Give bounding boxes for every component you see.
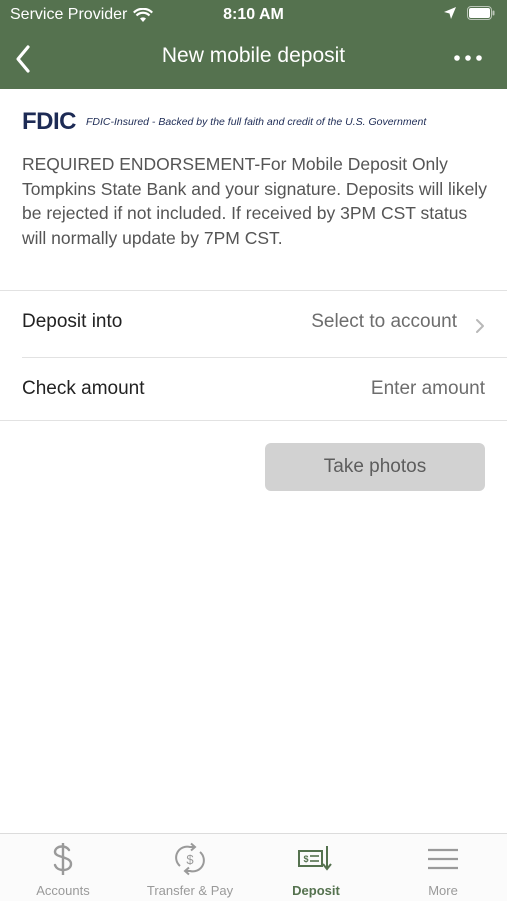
status-indicators	[443, 6, 495, 20]
take-photos-button[interactable]: Take photos	[265, 443, 485, 491]
tab-label: Deposit	[292, 883, 340, 898]
tab-label: Transfer & Pay	[146, 883, 234, 898]
app-header: Service Provider 8:10 AM New mobile depo…	[0, 0, 507, 89]
more-options-icon[interactable]	[451, 44, 485, 72]
endorsement-notice: REQUIRED ENDORSEMENT-For Mobile Deposit …	[22, 154, 487, 248]
svg-text:$: $	[186, 852, 194, 867]
menu-icon	[428, 848, 458, 870]
check-amount-input[interactable]: Enter amount	[371, 378, 485, 400]
page-title: New mobile deposit	[161, 44, 346, 67]
tab-label: Accounts	[36, 883, 90, 898]
transfer-icon: $	[175, 842, 205, 876]
battery-icon	[467, 6, 495, 20]
dollar-icon	[53, 843, 73, 875]
nav-bar: New mobile deposit	[0, 34, 507, 86]
location-arrow-icon	[444, 7, 456, 19]
tab-deposit[interactable]: $ Deposit	[253, 842, 379, 902]
status-bar: Service Provider 8:10 AM	[0, 0, 507, 30]
tab-bar: Accounts $ Transfer & Pay $ Deposit More	[0, 833, 507, 901]
tab-more[interactable]: More	[380, 842, 506, 902]
deposit-check-icon: $	[298, 846, 332, 871]
deposit-into-row[interactable]: Deposit into Select to account	[0, 290, 507, 356]
fdic-logo: FDIC	[22, 108, 77, 135]
check-amount-row[interactable]: Check amount Enter amount	[0, 357, 507, 423]
deposit-into-value: Select to account	[311, 311, 457, 332]
divider	[0, 420, 507, 421]
status-time: 8:10 AM	[223, 6, 284, 23]
tab-label: More	[428, 883, 458, 898]
tab-transfer-pay[interactable]: $ Transfer & Pay	[127, 842, 253, 902]
fdic-banner: FDIC FDIC-Insured - Backed by the full f…	[22, 108, 426, 136]
chevron-right-icon	[476, 319, 484, 333]
svg-text:$: $	[303, 854, 308, 864]
back-chevron-icon[interactable]	[10, 42, 38, 76]
deposit-into-label: Deposit into	[22, 311, 123, 332]
fdic-tagline: FDIC-Insured - Backed by the full faith …	[86, 116, 427, 128]
tab-accounts[interactable]: Accounts	[0, 842, 126, 902]
check-amount-label: Check amount	[22, 378, 145, 399]
